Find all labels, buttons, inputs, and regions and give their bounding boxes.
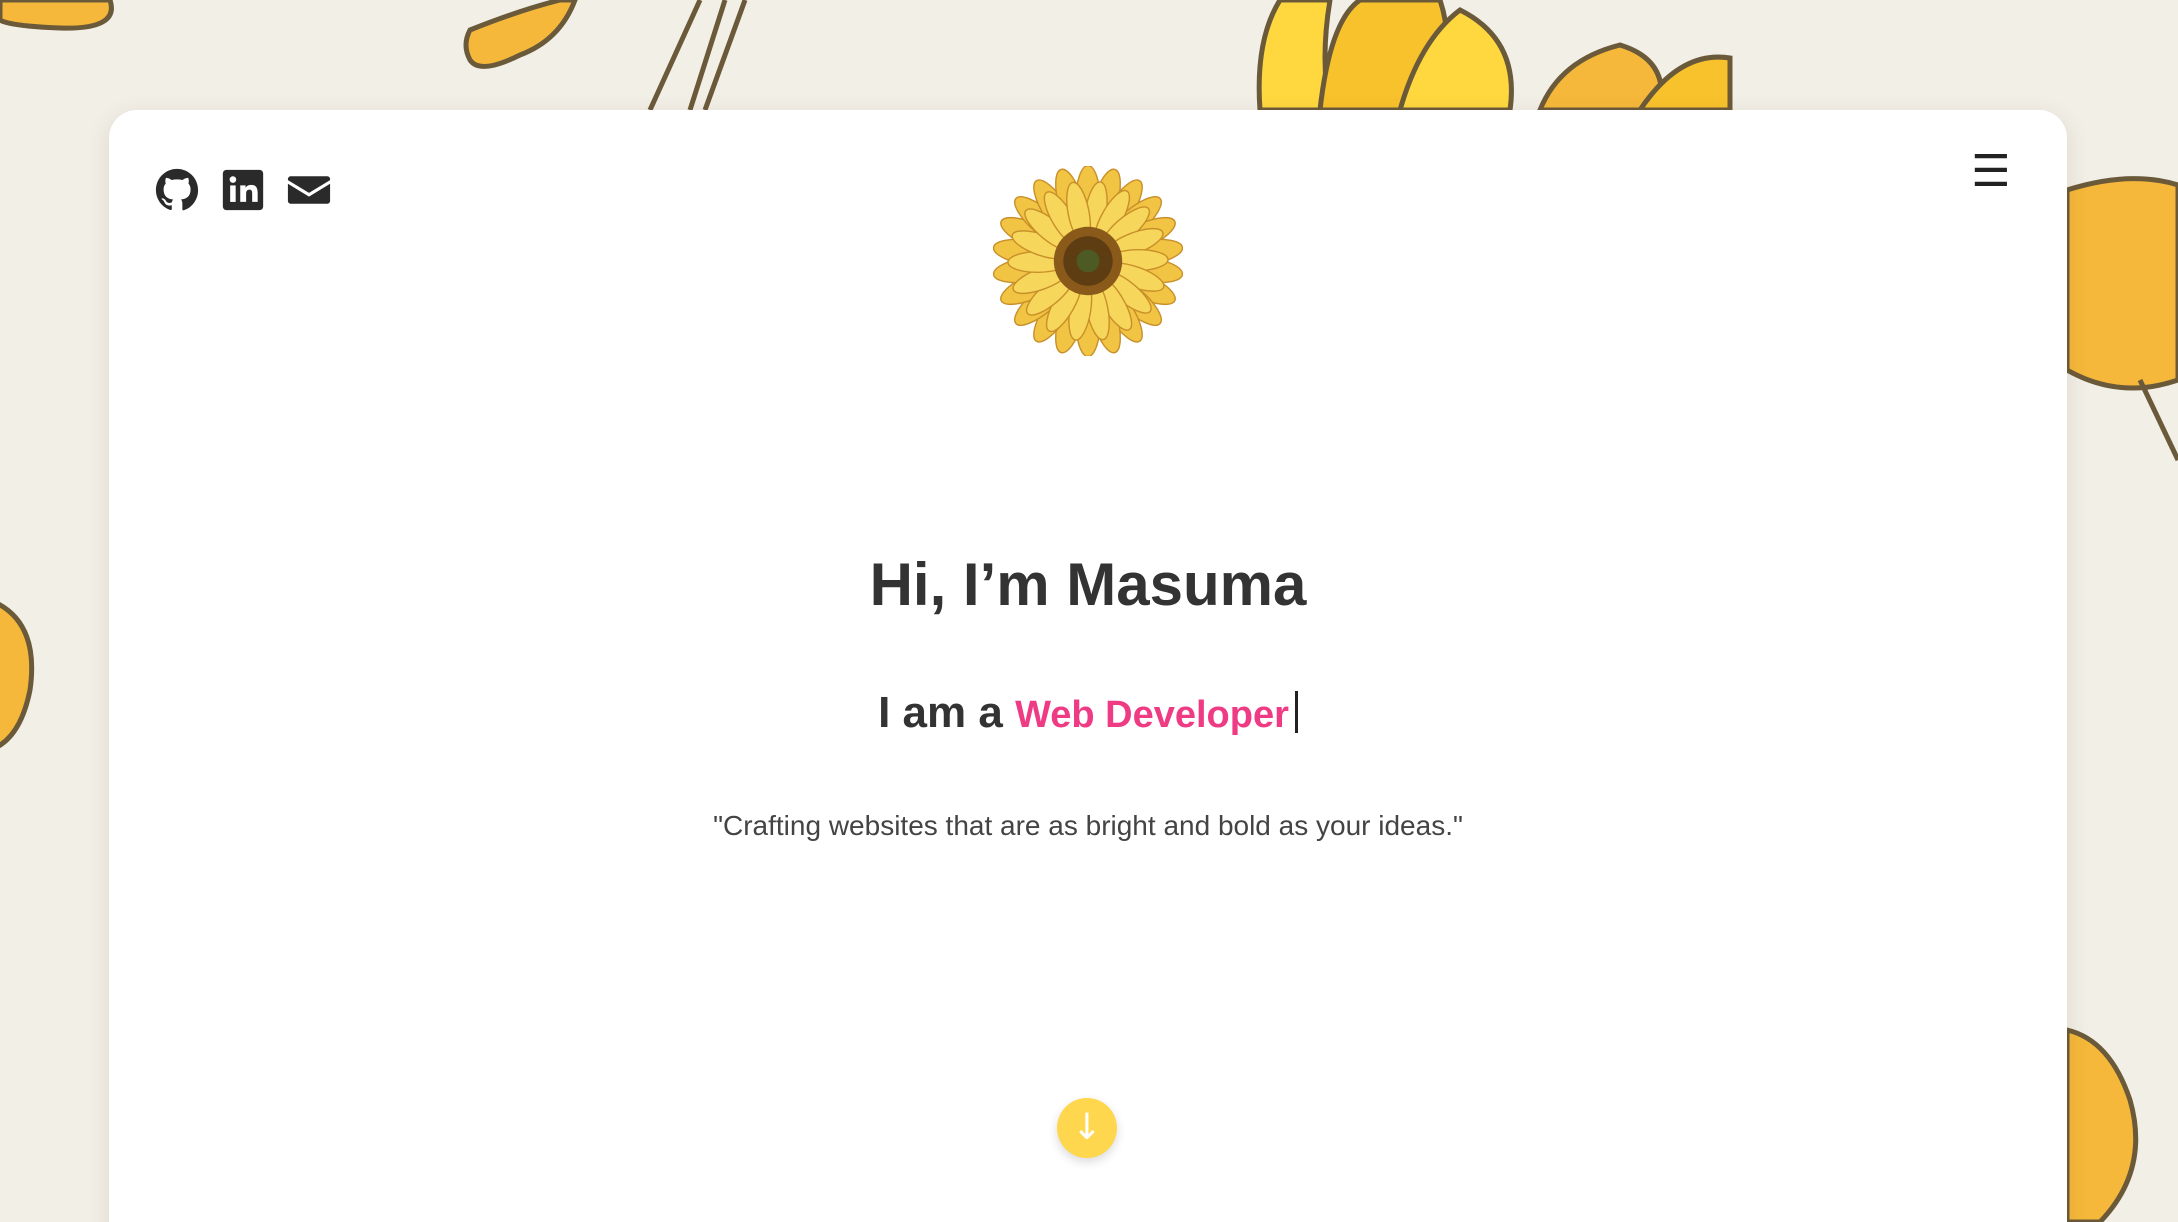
arrow-down-icon: ↓ — [1071, 1107, 1103, 1148]
social-links — [155, 168, 331, 212]
hamburger-menu-icon: ☰ — [1971, 146, 2011, 197]
github-icon — [155, 168, 199, 211]
subtitle-prefix: I am a — [878, 688, 1016, 737]
sunflower-logo — [993, 166, 1183, 356]
scroll-down-button[interactable]: ↓ — [1057, 1098, 1117, 1158]
typed-role: Web Developer — [1015, 694, 1289, 736]
sunflower-icon — [993, 166, 1183, 356]
menu-button[interactable]: ☰ — [1967, 148, 2015, 196]
linkedin-link[interactable] — [221, 168, 265, 212]
hero-title: Hi, I’m Masuma — [869, 551, 1307, 618]
github-link[interactable] — [155, 168, 199, 212]
typing-cursor — [1294, 691, 1298, 733]
main-card: ☰ Hi, I’m Masuma I am a Web Developer "C… — [109, 110, 2067, 1222]
linkedin-icon — [222, 169, 264, 211]
envelope-icon — [287, 176, 331, 204]
email-link[interactable] — [287, 168, 331, 212]
tagline: "Crafting websites that are as bright an… — [713, 810, 1463, 841]
hero-subtitle: I am a Web Developer — [109, 688, 2067, 738]
